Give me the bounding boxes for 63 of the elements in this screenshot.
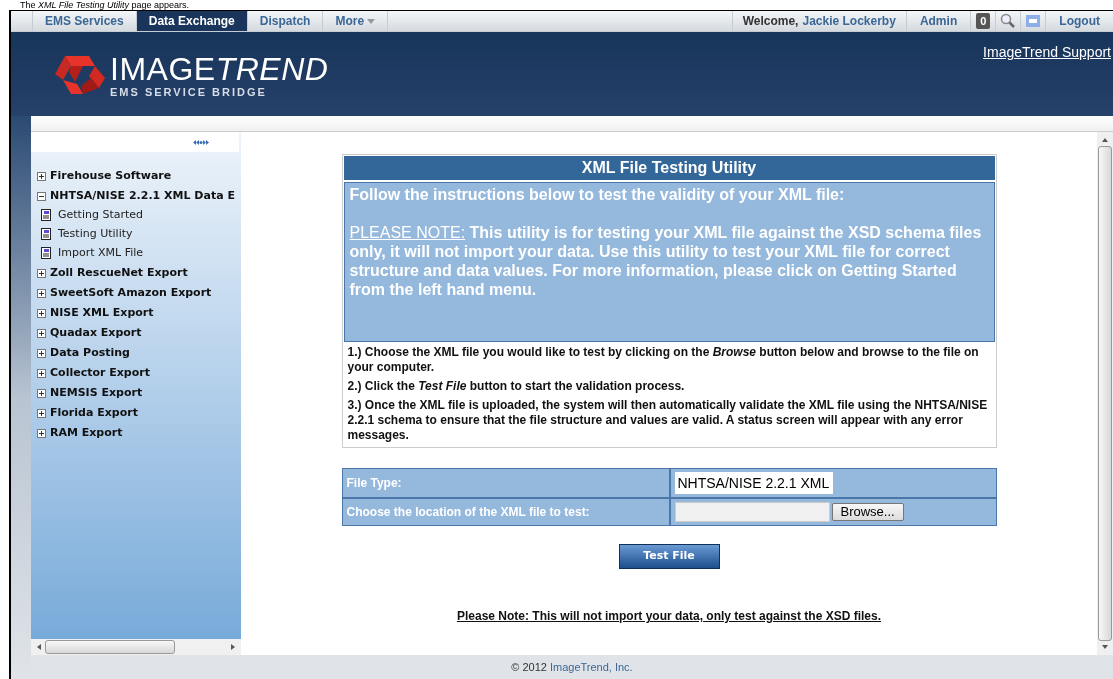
expand-icon[interactable]	[37, 388, 46, 398]
document-icon	[41, 247, 52, 260]
instruction-step: 3.) Once the XML file is uploaded, the system will then automatically validate the XML file using the NHTSA/NISE 2.2.1 schema to ensure that the file structure and values are valid. A status screen will appear with any error messages.	[347, 398, 991, 443]
support-link[interactable]: ImageTrend Support	[983, 32, 1113, 63]
expand-icon[interactable]	[37, 408, 46, 418]
sidebar-item[interactable]: Firehouse Software	[50, 167, 172, 185]
expand-icon[interactable]	[37, 328, 46, 338]
sidebar-link[interactable]: Getting Started	[58, 207, 144, 224]
logo-title: IMAGETREND	[110, 54, 329, 84]
browse-button[interactable]: Browse...	[831, 503, 904, 521]
sidebar-item[interactable]: Florida Export	[50, 404, 138, 422]
document-icon	[41, 209, 52, 222]
sidebar-item[interactable]: NEMSIS Export	[50, 384, 143, 402]
file-type-field: NHTSA/NISE 2.2.1 XML	[674, 472, 833, 494]
nav-tab[interactable]: More	[323, 11, 389, 31]
notification-count[interactable]: 0	[976, 13, 991, 29]
expand-icon[interactable]	[37, 308, 46, 318]
logo-subtitle: EMS SERVICE BRIDGE	[110, 85, 268, 99]
instruction-step: 1.) Choose the XML file you would like to test by clicking on the Browse button below and browse to the file on your computer.	[347, 345, 991, 375]
company-link[interactable]: ImageTrend, Inc.	[549, 658, 633, 676]
nav-tab[interactable]: EMS Services	[33, 11, 137, 31]
user-name-link[interactable]: Jackie Lockerby	[802, 12, 896, 30]
admin-link[interactable]: Admin	[905, 11, 971, 31]
nav-tab[interactable]: Data Exchange	[136, 11, 248, 31]
form-label: Choose the location of the XML file to test:	[346, 504, 590, 521]
sidebar-item[interactable]: RAM Export	[50, 424, 123, 442]
copyright-text: © 2012	[511, 659, 547, 675]
collapse-icon[interactable]	[37, 191, 46, 201]
sidebar-item[interactable]: NHTSA/NISE 2.2.1 XML Data E	[50, 187, 235, 205]
expand-icon[interactable]	[37, 171, 46, 181]
nav-tab[interactable]: Dispatch	[247, 11, 324, 31]
sidebar-item[interactable]: Collector Export	[50, 364, 150, 382]
form-label: File Type:	[346, 475, 402, 492]
sidebar-item[interactable]: Quadax Export	[50, 324, 142, 342]
expand-icon[interactable]	[37, 368, 46, 378]
scroll-left-icon[interactable]	[37, 644, 41, 650]
document-icon	[41, 228, 52, 241]
expand-icon[interactable]	[37, 428, 46, 438]
scroll-down-icon[interactable]	[1102, 645, 1108, 649]
expand-icon[interactable]	[37, 288, 46, 298]
sidebar-item[interactable]: NISE XML Export	[50, 304, 154, 322]
caption-text: The XML File Testing Utility page appears.	[20, 0, 190, 10]
logout-link[interactable]: Logout	[1045, 11, 1113, 31]
sidebar-link[interactable]: Import XML File	[58, 245, 144, 262]
sidebar-link[interactable]: Testing Utility	[58, 226, 133, 243]
file-path-field[interactable]	[674, 502, 830, 522]
test-file-button[interactable]: Test File	[618, 544, 720, 569]
panel-title: XML File Testing Utility	[343, 156, 995, 180]
scroll-up-icon[interactable]	[1102, 138, 1108, 142]
welcome-label: Welcome,	[742, 13, 799, 30]
bottom-note: Please Note: This will not import your data, only test against the XSD files.	[456, 608, 882, 625]
collapse-sidebar-icon[interactable]	[193, 139, 209, 145]
scroll-right-icon[interactable]	[231, 644, 235, 650]
sidebar-item[interactable]: Data Posting	[50, 344, 130, 362]
horizontal-scrollbar[interactable]	[31, 639, 241, 655]
intro-text: Follow the instructions below to test the validity of your XML file:	[349, 185, 846, 204]
vertical-scrollbar[interactable]	[1097, 132, 1113, 655]
expand-icon[interactable]	[37, 268, 46, 278]
sidebar-item[interactable]: Zoll RescueNet Export	[50, 264, 188, 282]
instruction-step: 2.) Click the Test File button to start the validation process.	[347, 379, 991, 394]
expand-icon[interactable]	[37, 348, 46, 358]
sidebar-item[interactable]: SweetSoft Amazon Export	[50, 284, 212, 302]
note-text: PLEASE NOTE: This utility is for testing your XML file against the XSD schema files only, it will not import your data. Use this utility to test your XML file for correct structure and data values. For more information, please click on Getting Started from the left hand menu.	[349, 223, 983, 299]
